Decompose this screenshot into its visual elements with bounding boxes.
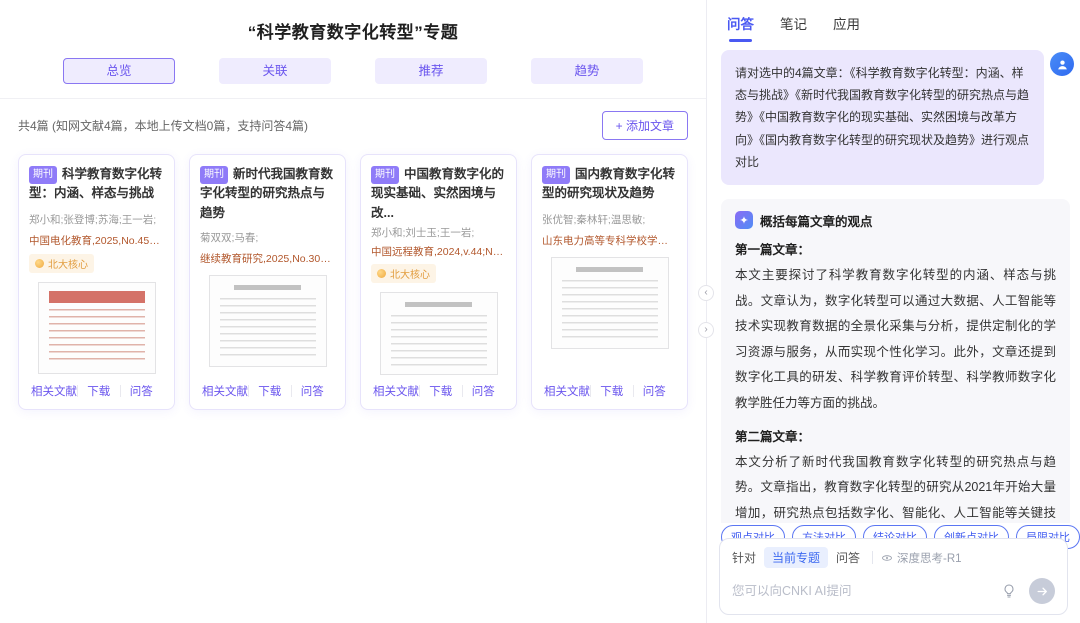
qa-link[interactable]: 问答 bbox=[292, 383, 334, 399]
composer-scope-row: 针对 当前专题 问答 深度思考-R1 bbox=[732, 547, 1055, 568]
deep-think-label: 深度思考-R1 bbox=[897, 552, 962, 565]
document-title[interactable]: 期刊 中国教育数字化的现实基础、实然困境与改... bbox=[371, 165, 506, 218]
qa-link[interactable]: 问答 bbox=[634, 383, 676, 399]
medal-icon bbox=[35, 259, 44, 268]
chat-scroll-area[interactable]: 请对选中的4篇文章：《科学教育数字化转型：内涵、样态与挑战》《新时代我国教育数字… bbox=[707, 44, 1080, 523]
expand-panel-button[interactable]: › bbox=[698, 322, 714, 338]
document-authors: 郑小和;刘士玉;王一岩; bbox=[371, 226, 475, 239]
deep-think-icon bbox=[882, 554, 892, 561]
tab-relations[interactable]: 关联 bbox=[219, 58, 331, 84]
collapse-panel-button[interactable]: ‹ bbox=[698, 285, 714, 301]
topic-view-tabs: 总览 关联 推荐 趋势 bbox=[0, 58, 706, 99]
prompt-ideas-button[interactable] bbox=[999, 581, 1019, 601]
assistant-tabs: 问答 笔记 应用 bbox=[707, 0, 1080, 42]
qa-link[interactable]: 问答 bbox=[121, 383, 163, 399]
journal-type-badge: 期刊 bbox=[542, 166, 570, 184]
journal-type-badge: 期刊 bbox=[371, 166, 399, 184]
tab-trends[interactable]: 趋势 bbox=[531, 58, 643, 84]
document-source: 中国远程教育,2024,v.44;No.59... bbox=[371, 246, 506, 258]
ai-section-body: 本文主要探讨了科学教育数字化转型的内涵、样态与挑战。文章认为，数字化转型可以通过… bbox=[735, 267, 1056, 411]
user-avatar bbox=[1050, 52, 1074, 76]
document-title[interactable]: 期刊 国内教育数字化转型的研究现状及趋势 bbox=[542, 165, 677, 205]
document-actions: 相关文献 下载 问答 bbox=[29, 375, 164, 401]
document-card-list: 期刊 科学教育数字化转型：内涵、样态与挑战 郑小和;张登博;苏海;王一岩; 中国电… bbox=[0, 150, 706, 414]
page-title: “科学教育数字化转型”专题 bbox=[247, 23, 459, 42]
lightbulb-icon bbox=[1004, 584, 1014, 598]
chat-input[interactable] bbox=[732, 584, 989, 598]
document-actions: 相关文献 下载 问答 bbox=[200, 375, 335, 401]
mode-label[interactable]: 问答 bbox=[836, 549, 860, 566]
document-source: 中国电化教育,2025,No.456(01) bbox=[29, 235, 164, 247]
document-thumbnail[interactable] bbox=[379, 291, 498, 375]
assistant-panel: ‹ › 问答 笔记 应用 请对选中的4篇文章：《科学教育数字化转型：内涵、样态与… bbox=[698, 0, 1080, 623]
related-literature-link[interactable]: 相关文献 bbox=[202, 383, 248, 399]
deep-think-toggle[interactable]: 深度思考-R1 bbox=[881, 550, 962, 566]
document-thumbnail[interactable] bbox=[550, 257, 669, 349]
document-thumbnail[interactable] bbox=[208, 275, 327, 368]
core-journal-label: 北大核心 bbox=[48, 260, 88, 271]
journal-type-badge: 期刊 bbox=[200, 166, 228, 184]
scope-current-topic-chip[interactable]: 当前专题 bbox=[764, 547, 829, 568]
document-card: 期刊 科学教育数字化转型：内涵、样态与挑战 郑小和;张登博;苏海;王一岩; 中国电… bbox=[18, 154, 175, 410]
ai-assistant-icon: ✦ bbox=[735, 211, 753, 230]
document-actions: 相关文献 下载 问答 bbox=[542, 375, 677, 401]
ai-response-header: ✦ 概括每篇文章的观点 bbox=[735, 211, 1056, 230]
core-journal-badge: 北大核心 bbox=[29, 254, 94, 273]
document-source: 继续教育研究,2025,No.307(03) bbox=[200, 253, 335, 266]
document-card: 期刊 国内教育数字化转型的研究现状及趋势 张优智;秦林轩;温思敏; 山东电力高等专… bbox=[531, 154, 688, 410]
ai-section-title: 第一篇文章： bbox=[735, 242, 811, 257]
related-literature-link[interactable]: 相关文献 bbox=[31, 383, 77, 399]
document-title[interactable]: 期刊 新时代我国教育数字化转型的研究热点与趋势 bbox=[200, 165, 335, 223]
user-message-row: 请对选中的4篇文章：《科学教育数字化转型：内涵、样态与挑战》《新时代我国教育数字… bbox=[721, 50, 1074, 185]
qa-link[interactable]: 问答 bbox=[463, 383, 505, 399]
download-link[interactable]: 下载 bbox=[78, 383, 120, 399]
topic-panel: “科学教育数字化转型”专题 总览 关联 推荐 趋势 共4篇 (知网文献4篇，本地… bbox=[0, 0, 706, 623]
document-thumbnail[interactable] bbox=[37, 282, 156, 374]
add-article-button[interactable]: + 添加文章 bbox=[601, 111, 688, 140]
chat-composer: 针对 当前专题 问答 深度思考-R1 bbox=[719, 538, 1068, 615]
scope-prefix-label: 针对 bbox=[732, 551, 757, 565]
document-authors: 郑小和;张登博;苏海;王一岩; bbox=[29, 214, 157, 226]
download-link[interactable]: 下载 bbox=[249, 383, 291, 399]
document-authors: 张优智;秦林轩;温思敏; bbox=[542, 214, 646, 226]
related-literature-link[interactable]: 相关文献 bbox=[544, 383, 590, 399]
ai-response: ✦ 概括每篇文章的观点 第一篇文章： 本文主要探讨了科学教育数字化转型的内涵、样… bbox=[721, 198, 1070, 523]
composer-input-row bbox=[732, 578, 1055, 604]
list-meta-row: 共4篇 (知网文献4篇，本地上传文档0篇，支持问答4篇) + 添加文章 bbox=[0, 99, 706, 150]
document-authors: 菊双双;马春; bbox=[200, 232, 259, 245]
tab-overview[interactable]: 总览 bbox=[63, 58, 175, 84]
document-card: 期刊 中国教育数字化的现实基础、实然困境与改... 郑小和;刘士玉;王一岩; 中国… bbox=[360, 154, 517, 410]
document-title[interactable]: 期刊 科学教育数字化转型：内涵、样态与挑战 bbox=[29, 165, 164, 205]
document-card: 期刊 新时代我国教育数字化转型的研究热点与趋势 菊双双;马春; 继续教育研究,20… bbox=[189, 154, 346, 410]
related-literature-link[interactable]: 相关文献 bbox=[373, 383, 419, 399]
medal-icon bbox=[377, 268, 386, 278]
tab-notes[interactable]: 笔记 bbox=[780, 13, 807, 42]
user-message: 请对选中的4篇文章：《科学教育数字化转型：内涵、样态与挑战》《新时代我国教育数字… bbox=[721, 50, 1044, 185]
download-link[interactable]: 下载 bbox=[591, 383, 633, 399]
divider bbox=[872, 551, 874, 564]
ai-section-title: 第二篇文章： bbox=[735, 429, 811, 444]
person-icon bbox=[1057, 59, 1067, 69]
core-journal-label: 北大核心 bbox=[390, 269, 430, 281]
journal-type-badge: 期刊 bbox=[29, 166, 57, 184]
ai-response-heading: 概括每篇文章的观点 bbox=[760, 214, 873, 229]
core-journal-badge: 北大核心 bbox=[371, 263, 436, 283]
tab-recommend[interactable]: 推荐 bbox=[375, 58, 487, 84]
download-link[interactable]: 下载 bbox=[420, 383, 462, 399]
send-button[interactable] bbox=[1029, 578, 1055, 604]
send-arrow-icon bbox=[1037, 587, 1047, 595]
ai-section-body: 本文分析了新时代我国教育数字化转型的研究热点与趋势。文章指出，教育数字化转型的研… bbox=[735, 454, 1056, 520]
tab-apps[interactable]: 应用 bbox=[833, 13, 860, 42]
app-window: “科学教育数字化转型”专题 总览 关联 推荐 趋势 共4篇 (知网文献4篇，本地… bbox=[0, 0, 1080, 623]
document-source: 山东电力高等专科学校学报,20... bbox=[542, 235, 677, 247]
document-count-summary: 共4篇 (知网文献4篇，本地上传文档0篇，支持问答4篇) bbox=[18, 119, 309, 133]
tab-qa[interactable]: 问答 bbox=[727, 13, 754, 42]
document-actions: 相关文献 下载 问答 bbox=[371, 375, 506, 401]
